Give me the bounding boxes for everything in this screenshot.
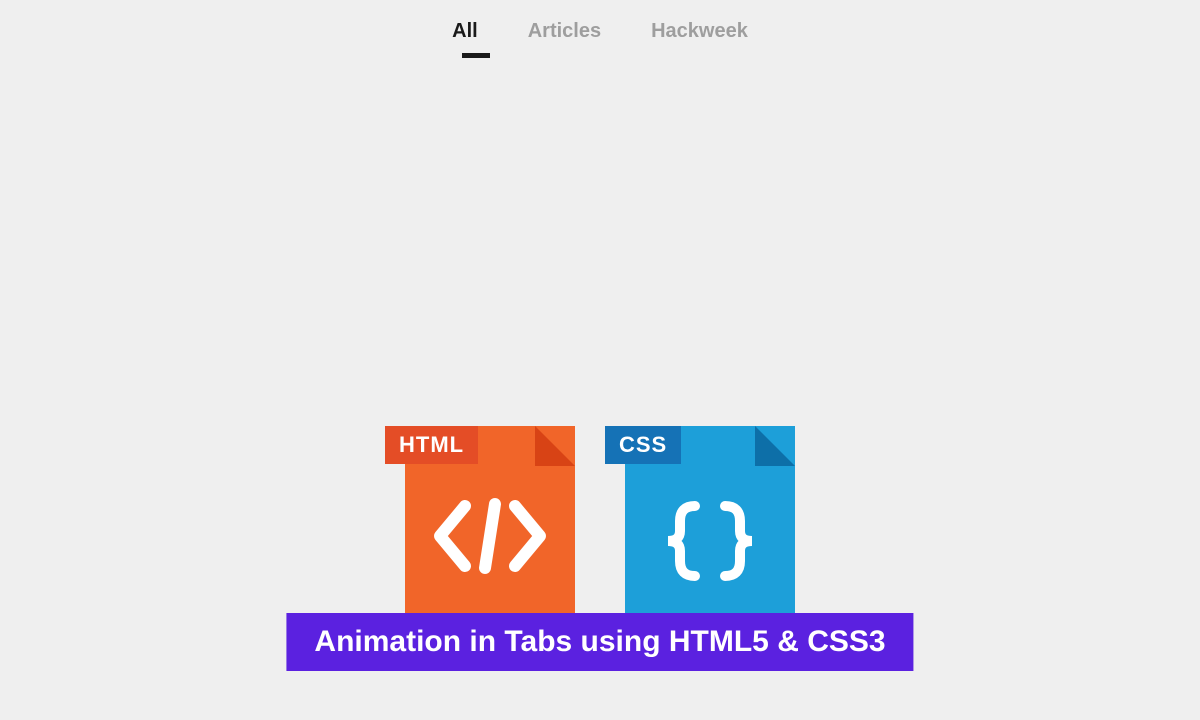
html-file-icon: HTML (405, 406, 575, 616)
tab-label: Hackweek (651, 20, 748, 42)
html-label-text: HTML (399, 432, 464, 457)
content-area: HTML CSS (0, 58, 1200, 698)
tab-all[interactable]: All (452, 20, 478, 58)
css-label-text: CSS (619, 432, 667, 457)
tab-hackweek[interactable]: Hackweek (651, 20, 748, 58)
banner-title-text: Animation in Tabs using HTML5 & CSS3 (314, 625, 885, 658)
file-icons-row: HTML CSS (405, 406, 795, 616)
title-banner: Animation in Tabs using HTML5 & CSS3 (286, 613, 913, 671)
css-file-icon: CSS (625, 406, 795, 616)
tabs-container: All Articles Hackweek (0, 0, 1200, 58)
html-label-badge: HTML (385, 426, 478, 464)
tab-articles[interactable]: Articles (528, 20, 601, 58)
curly-braces-icon (650, 496, 770, 603)
tab-label: All (452, 20, 478, 42)
tab-label: Articles (528, 20, 601, 42)
css-label-badge: CSS (605, 426, 681, 464)
code-brackets-icon (430, 496, 550, 593)
